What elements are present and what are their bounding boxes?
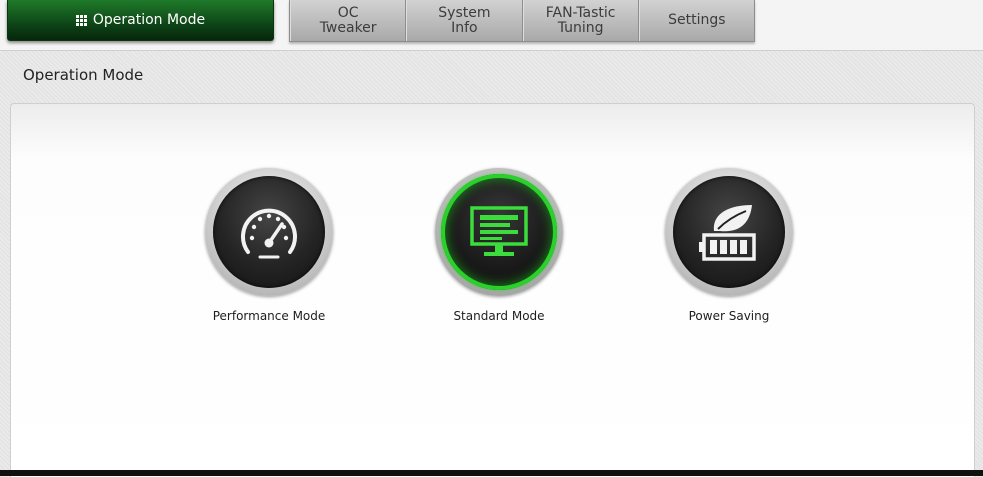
page-title: Operation Mode (23, 66, 144, 84)
tab-label: System Info (438, 4, 491, 36)
tab-bar: Operation Mode OC Tweaker System Info FA… (0, 0, 983, 51)
bottom-border (0, 470, 983, 476)
speedometer-icon (241, 208, 297, 259)
power-saving-button[interactable] (665, 168, 793, 296)
monitor-icon (470, 206, 528, 256)
tab-label: Operation Mode (92, 12, 206, 28)
tab-operation-mode[interactable]: Operation Mode (7, 0, 274, 41)
tab-label: FAN-Tastic Tuning (545, 4, 616, 36)
standard-mode-button[interactable] (435, 168, 563, 296)
button-face (441, 174, 557, 290)
performance-mode-button[interactable] (205, 168, 333, 296)
button-face (673, 176, 785, 288)
mode-power-saving: Power Saving (629, 168, 829, 323)
tab-settings[interactable]: Settings (638, 0, 754, 41)
mode-performance: Performance Mode (169, 168, 369, 323)
mode-label: Standard Mode (453, 309, 545, 323)
tab-oc-tweaker[interactable]: OC Tweaker (290, 0, 407, 41)
button-face (213, 176, 325, 288)
leaf-battery-icon (699, 205, 756, 261)
mode-standard: Standard Mode (399, 168, 599, 323)
mode-label: Power Saving (688, 309, 770, 323)
tab-system-info[interactable]: System Info (406, 0, 523, 41)
tab-group: OC Tweaker System Info FAN-Tastic Tuning… (289, 0, 755, 42)
tab-label: Settings (668, 12, 726, 28)
mode-label: Performance Mode (212, 309, 326, 323)
grid-icon (75, 14, 87, 26)
tab-label: OC Tweaker (319, 4, 377, 36)
tab-fan-tastic-tuning[interactable]: FAN-Tastic Tuning (522, 0, 639, 41)
